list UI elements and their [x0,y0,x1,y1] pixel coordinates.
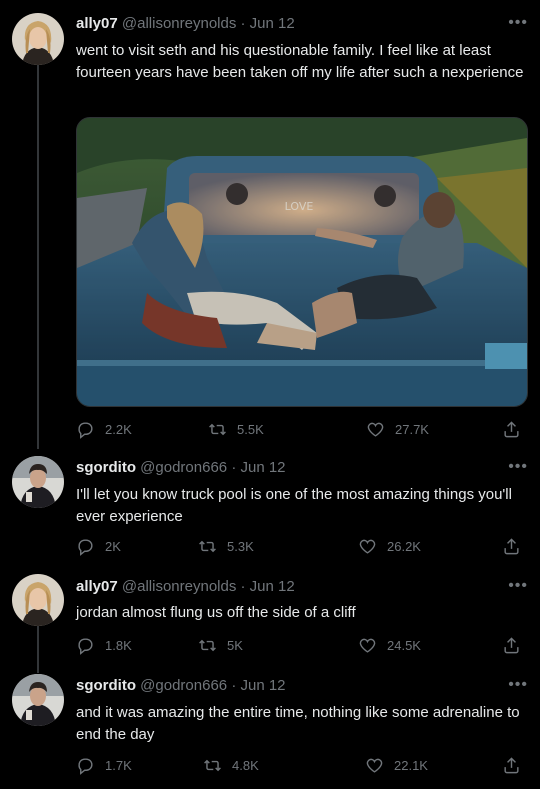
like-count: 24.5K [387,638,421,653]
reply-button[interactable]: 1.8K [76,636,132,655]
tweet-header: sgordito @godron666 · Jun 12 [76,676,286,696]
share-button[interactable] [502,756,521,775]
reply-count: 2K [105,539,121,554]
more-icon[interactable]: ••• [508,578,528,594]
heart-icon [359,539,376,554]
avatar[interactable] [12,674,64,726]
timestamp[interactable]: · Jun 12 [231,459,285,476]
display-name[interactable]: sgordito [76,459,136,476]
tweet[interactable]: sgordito @godron666 · Jun 12 ••• and it … [0,670,540,789]
like-button[interactable]: 24.5K [358,636,421,655]
timestamp[interactable]: · Jun 12 [231,677,285,694]
handle[interactable]: @godron666 [140,677,227,694]
reply-button[interactable]: 1.7K [76,756,132,775]
retweet-button[interactable]: 5.3K [198,537,254,556]
display-name[interactable]: ally07 [76,578,118,595]
retweet-icon [199,540,216,553]
tweet-actions: 1.7K 4.8K 22.1K [76,756,526,778]
tweet-actions: 1.8K 5K 24.5K [76,636,526,658]
tweet-actions: 2K 5.3K 26.2K [76,537,526,559]
retweet-count: 5.3K [227,539,254,554]
display-name[interactable]: sgordito [76,677,136,694]
more-icon[interactable]: ••• [508,15,528,31]
tweet-text: and it was amazing the entire time, noth… [76,704,520,743]
like-count: 22.1K [394,758,428,773]
retweet-icon [204,759,221,772]
reply-button[interactable]: 2.2K [76,420,132,439]
tweet[interactable]: sgordito @godron666 · Jun 12 ••• I'll le… [0,450,540,570]
reply-button[interactable]: 2K [76,537,121,556]
avatar[interactable] [12,456,64,508]
reply-count: 2.2K [105,422,132,437]
tweet-text: I'll let you know truck pool is one of t… [76,486,512,525]
reply-icon [78,539,93,556]
heart-icon [359,638,376,653]
avatar[interactable] [12,13,64,65]
share-button[interactable] [502,537,521,556]
tweet-actions: 2.2K 5.5K 27.7K [76,420,526,442]
retweet-icon [209,423,226,436]
like-button[interactable]: 27.7K [366,420,429,439]
reply-icon [78,758,93,775]
timestamp[interactable]: · Jun 12 [241,15,295,32]
timestamp[interactable]: · Jun 12 [241,578,295,595]
retweet-count: 5.5K [237,422,264,437]
avatar[interactable] [12,574,64,626]
more-icon[interactable]: ••• [508,677,528,693]
heart-icon [367,422,384,437]
share-icon [504,421,519,438]
handle[interactable]: @allisonreynolds [122,578,236,595]
reply-icon [78,638,93,655]
retweet-button[interactable]: 5.5K [208,420,264,439]
reply-count: 1.8K [105,638,132,653]
share-icon [504,757,519,774]
retweet-icon [199,639,216,652]
truck-photo: LOVE [77,118,527,406]
reply-count: 1.7K [105,758,132,773]
tweet-header: ally07 @allisonreynolds · Jun 12 [76,14,295,34]
retweet-count: 4.8K [232,758,259,773]
share-icon [504,538,519,555]
retweet-count: 5K [227,638,243,653]
reply-icon [78,422,93,439]
like-button[interactable]: 22.1K [365,756,428,775]
handle[interactable]: @godron666 [140,459,227,476]
retweet-button[interactable]: 5K [198,636,243,655]
tweet-text: jordan almost flung us off the side of a… [76,604,356,621]
more-icon[interactable]: ••• [508,459,528,475]
heart-icon [366,758,383,773]
retweet-button[interactable]: 4.8K [203,756,259,775]
share-icon [504,637,519,654]
tweet[interactable]: ally07 @allisonreynolds · Jun 12 ••• jor… [0,570,540,670]
tweet-text: went to visit seth and his questionable … [76,42,524,81]
like-count: 26.2K [387,539,421,554]
share-button[interactable] [502,636,521,655]
share-button[interactable] [502,420,521,439]
tweet-media-image[interactable]: LOVE [76,117,528,407]
like-button[interactable]: 26.2K [358,537,421,556]
display-name[interactable]: ally07 [76,15,118,32]
tweet-header: ally07 @allisonreynolds · Jun 12 [76,577,295,597]
like-count: 27.7K [395,422,429,437]
tweet-header: sgordito @godron666 · Jun 12 [76,458,286,478]
handle[interactable]: @allisonreynolds [122,15,236,32]
tweet[interactable]: ally07 @allisonreynolds · Jun 12 ••• wen… [0,0,540,450]
